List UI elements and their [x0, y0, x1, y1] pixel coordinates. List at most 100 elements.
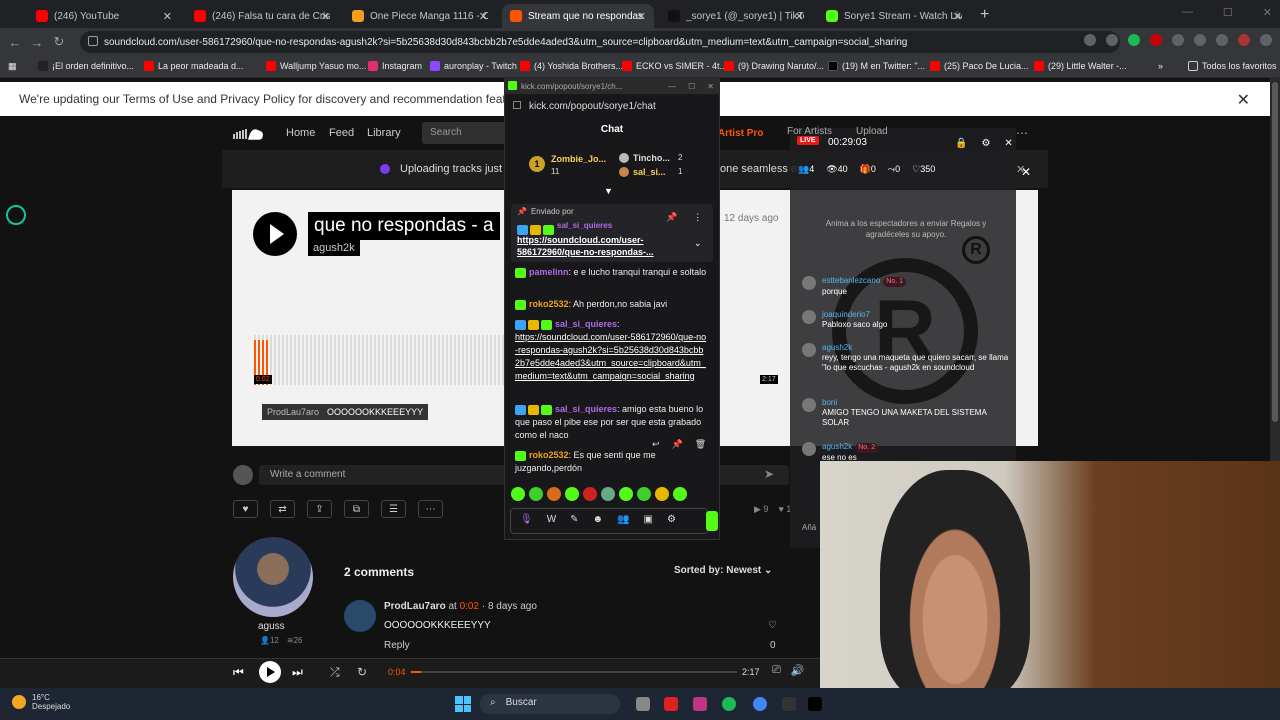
next-icon[interactable]: ⏭ [292, 665, 303, 680]
search-input[interactable]: Search [422, 122, 512, 144]
chrome-icon[interactable] [753, 697, 767, 711]
comment-avatar[interactable] [344, 600, 376, 632]
play-button[interactable] [253, 212, 297, 256]
maximize-icon[interactable]: ☐ [1223, 6, 1233, 19]
close-icon[interactable]: ✕ [1237, 90, 1250, 110]
bookmark-item[interactable]: (29) Little Walter -... [1034, 61, 1127, 71]
pinned-link[interactable]: https://soundcloud.com/user-586172960/qu… [517, 234, 677, 258]
kebab-menu-icon[interactable]: ⋮ [693, 212, 702, 223]
bookmark-item[interactable]: Walljump Yasuo mo... [266, 61, 366, 71]
magic-icon[interactable]: ✎ [570, 514, 578, 525]
uploader-avatar[interactable] [233, 537, 313, 617]
minimize-icon[interactable]: — [668, 82, 676, 91]
extension-icon[interactable] [1128, 34, 1140, 46]
file-explorer-icon[interactable] [636, 697, 650, 711]
scrollbar-thumb[interactable] [1272, 82, 1278, 422]
emote-icon[interactable] [619, 487, 633, 501]
close-icon[interactable]: ✕ [1004, 138, 1012, 149]
bookmark-item[interactable]: ECKO vs SIMER - 4t... [622, 61, 727, 71]
bookmark-item[interactable]: (25) Paco De Lucia... [930, 61, 1029, 71]
chevron-down-icon[interactable]: ⌄ [694, 238, 702, 249]
chatgpt-extension-icon[interactable] [6, 205, 26, 225]
instagram-icon[interactable] [693, 697, 707, 711]
browser-tab[interactable]: One Piece Manga 1116 - One P✕ [344, 4, 496, 28]
track-artist[interactable]: agush2k [308, 240, 360, 256]
upload-link[interactable]: Upload [856, 126, 888, 137]
volume-icon[interactable]: 🔊 [791, 664, 805, 677]
repeat-icon[interactable]: ↻ [357, 665, 367, 679]
browser-tab[interactable]: (246) YouTube ✕ [28, 4, 180, 28]
close-icon[interactable]: ✕ [707, 82, 714, 91]
copy-link-button[interactable]: ⧉ [344, 500, 369, 518]
close-tab-icon[interactable]: ✕ [163, 10, 172, 23]
like-button[interactable]: ♥ [233, 500, 258, 518]
reply-button[interactable]: Reply [384, 640, 410, 651]
close-tab-icon[interactable]: ✕ [479, 10, 488, 23]
send-comment-icon[interactable]: ➤ [764, 467, 774, 481]
side-panel-icon[interactable] [1216, 34, 1228, 46]
play-button[interactable] [259, 661, 281, 683]
reload-icon[interactable]: ↻ [48, 34, 70, 50]
settings-icon[interactable]: ⚙ [981, 138, 990, 149]
site-info-icon[interactable] [88, 36, 98, 46]
bookmark-item[interactable]: ¡El orden definitivo... [38, 61, 134, 71]
emote-icon[interactable] [637, 487, 651, 501]
waveform[interactable] [254, 335, 506, 385]
browser-tab[interactable]: _sorye1 (@_sorye1) | TikTok ✕ [660, 4, 812, 28]
close-tab-icon[interactable]: ✕ [321, 10, 330, 23]
address-bar[interactable]: soundcloud.com/user-586172960/que-no-res… [80, 31, 1120, 53]
progress-bar[interactable] [411, 671, 737, 673]
share-button[interactable]: ⇪ [307, 500, 332, 518]
nav-home[interactable]: Home [286, 127, 315, 139]
browser-tab-active[interactable]: Stream que no respondas - agu✕ [502, 4, 654, 28]
waveform-comment[interactable]: ProdLau7aro OOOOOOKKKEEEYYY [262, 404, 429, 420]
emoji-icon[interactable]: ☻ [593, 514, 604, 525]
steam-icon[interactable] [782, 697, 796, 711]
pinned-user[interactable]: sal_si_quieres [557, 221, 612, 230]
new-tab-button[interactable]: + [980, 6, 989, 24]
extension-icon[interactable] [1150, 34, 1162, 46]
delete-icon[interactable]: 🗑 [695, 439, 706, 450]
bookmark-item[interactable]: (4) Yoshida Brothers... [520, 61, 623, 71]
close-tab-icon[interactable]: ✕ [795, 10, 804, 23]
comment-like-icon[interactable]: ♡ [768, 620, 777, 631]
profile-avatar[interactable] [1238, 34, 1250, 46]
emote-icon[interactable] [529, 487, 543, 501]
emote-icon[interactable] [583, 487, 597, 501]
taskbar-search[interactable]: ⌕ Buscar [480, 694, 620, 714]
soundcloud-logo[interactable] [232, 125, 264, 141]
emote-icon[interactable] [601, 487, 615, 501]
site-info-icon[interactable] [513, 101, 521, 109]
emote-icon[interactable] [547, 487, 561, 501]
weather-widget[interactable]: 16°C Despejado [12, 693, 70, 711]
add-to-playlist-button[interactable]: ☰ [381, 500, 406, 518]
sort-dropdown[interactable]: Sorted by: Newest ⌄ [674, 565, 772, 576]
reply-icon[interactable]: ↩ [652, 439, 660, 450]
app-icon[interactable] [664, 697, 678, 711]
nav-library[interactable]: Library [367, 127, 401, 139]
nav-feed[interactable]: Feed [329, 127, 354, 139]
send-chat-button[interactable] [706, 511, 718, 531]
lock-icon[interactable]: 🔒 [955, 138, 967, 149]
more-bookmarks-icon[interactable]: » [1158, 61, 1163, 71]
previous-icon[interactable]: ⏮ [233, 665, 244, 680]
bookmark-star-icon[interactable] [1106, 34, 1118, 46]
apps-icon[interactable]: ▦ [8, 61, 17, 72]
close-window-icon[interactable]: ✕ [1263, 6, 1272, 19]
all-bookmarks-folder[interactable]: Todos los favoritos [1188, 61, 1277, 71]
more-options-icon[interactable]: ⋯ [1016, 126, 1028, 140]
forward-icon[interactable]: → [26, 35, 48, 50]
uploader-name[interactable]: aguss [258, 621, 285, 632]
more-button[interactable]: ⋯ [418, 500, 443, 518]
shuffle-icon[interactable]: ⤮ [330, 665, 340, 680]
maximize-icon[interactable]: ☐ [688, 82, 695, 91]
bookmark-item[interactable]: Instagram [368, 61, 422, 71]
start-button[interactable] [455, 696, 471, 712]
pin-icon[interactable]: 📌 [672, 439, 683, 450]
microphone-icon[interactable]: 🎙 [520, 514, 533, 525]
chat-link[interactable]: https://soundcloud.com/user-586172960/qu… [515, 332, 706, 381]
extensions-puzzle-icon[interactable] [1172, 34, 1184, 46]
browser-tab[interactable]: (246) Falsa tu cara de Cristo - Y✕ [186, 4, 338, 28]
media-controls-icon[interactable] [1194, 34, 1206, 46]
emote-icon[interactable] [511, 487, 525, 501]
